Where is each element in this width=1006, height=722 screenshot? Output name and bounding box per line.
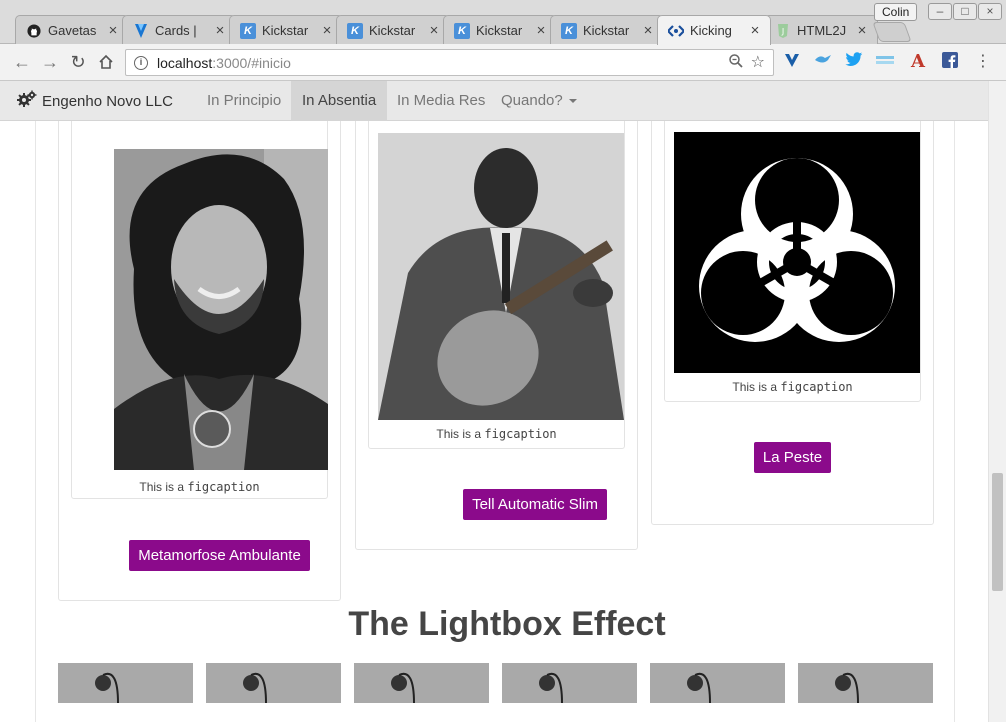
back-arrow-icon[interactable]: ← [11, 51, 33, 73]
info-icon[interactable]: i [134, 55, 148, 70]
browser-tab-7[interactable]: J HTML2J × [764, 15, 878, 45]
close-tab-icon[interactable]: × [641, 23, 655, 38]
kickstart-icon: K [240, 22, 256, 39]
twitter-icon[interactable] [843, 52, 865, 72]
browser-tab-5[interactable]: K Kickstar × [550, 15, 664, 45]
metamorfose-ambulante-button[interactable]: Metamorfose Ambulante [129, 540, 310, 571]
portrait-photo [114, 149, 328, 470]
bookmark-star-icon[interactable]: ☆ [751, 52, 765, 72]
nav-dropdown-label: Quando? [501, 92, 563, 109]
close-window-button[interactable]: × [978, 3, 1002, 20]
gears-icon [17, 90, 37, 113]
scrollbar-thumb[interactable] [992, 473, 1003, 591]
brand[interactable]: Engenho Novo LLC [17, 81, 173, 121]
figure: This is a figcaption [664, 121, 921, 402]
tab-title: Kickstar [583, 23, 630, 38]
figure: This is a figcaption [368, 121, 625, 449]
section-title: The Lightbox Effect [348, 605, 666, 643]
menu-kebab-icon[interactable]: ⋮ [972, 52, 994, 72]
address-bar[interactable]: i localhost:3000/#inicio ☆ [125, 49, 774, 76]
browser-tab-0[interactable]: Gavetas × [15, 15, 129, 45]
card: This is a figcaption La Peste [651, 121, 934, 525]
figcaption: This is a figcaption [139, 480, 260, 494]
tab-title: Kicking [690, 23, 732, 38]
url-path: :3000/#inicio [212, 54, 291, 71]
tell-automatic-slim-button[interactable]: Tell Automatic Slim [463, 489, 607, 520]
caret-down-icon [568, 99, 577, 104]
site-navbar: Engenho Novo LLC In Principio In Absenti… [0, 81, 988, 121]
bird-extension-icon[interactable] [812, 52, 834, 72]
nav-link-in-principio[interactable]: In Principio [196, 81, 292, 121]
nav-link-in-absentia[interactable]: In Absentia [291, 81, 388, 121]
tab-strip: Gavetas × Cards | × K Kickstar × K Kicks… [0, 0, 1006, 45]
browser-tab-3[interactable]: K Kickstar × [336, 15, 450, 45]
close-tab-icon[interactable]: × [855, 23, 869, 38]
lightbox-thumbnail[interactable] [798, 663, 933, 703]
browser-tab-6[interactable]: Kicking × [657, 15, 771, 45]
biohazard-icon [674, 132, 920, 373]
forward-arrow-icon[interactable]: → [39, 51, 61, 73]
figcaption: This is a figcaption [436, 427, 557, 441]
close-tab-icon[interactable]: × [748, 23, 762, 38]
guitarist-photo [378, 133, 624, 420]
svg-text:J: J [781, 27, 784, 36]
close-tab-icon[interactable]: × [106, 23, 120, 38]
lightbox-thumbnail[interactable] [502, 663, 637, 703]
home-icon[interactable] [95, 51, 117, 73]
acrobat-extension-icon[interactable]: A [907, 52, 929, 72]
brand-name: Engenho Novo LLC [42, 92, 173, 110]
code-icon [668, 23, 684, 39]
url-host: localhost [157, 54, 213, 71]
tab-title: Kickstar [369, 23, 416, 38]
kickstart-icon: K [454, 22, 470, 39]
tab-title: HTML2J [797, 23, 847, 38]
close-tab-icon[interactable]: × [213, 23, 227, 38]
lightbox-thumbnail[interactable] [206, 663, 341, 703]
browser-tab-4[interactable]: K Kickstar × [443, 15, 557, 45]
vimium-extension-icon[interactable] [781, 52, 803, 72]
html2j-icon: J [775, 23, 791, 39]
card: This is a figcaption Tell Automatic Slim [355, 121, 638, 550]
tab-title: Cards | [155, 23, 197, 38]
close-tab-icon[interactable]: × [320, 23, 334, 38]
profile-button[interactable]: Colin [874, 3, 918, 21]
browser-tab-1[interactable]: Cards | × [122, 15, 236, 45]
vuetify-icon [133, 23, 149, 39]
tab-title: Kickstar [262, 23, 309, 38]
browser-tab-2[interactable]: K Kickstar × [229, 15, 343, 45]
nav-link-in-media-res[interactable]: In Media Res [386, 81, 496, 121]
facebook-icon[interactable] [939, 52, 961, 72]
reload-icon[interactable]: ↻ [67, 51, 89, 73]
zoom-icon[interactable] [729, 54, 743, 71]
close-tab-icon[interactable]: × [427, 23, 441, 38]
lightbox-thumbnail[interactable] [58, 663, 193, 703]
minimize-button[interactable]: – [928, 3, 952, 20]
nav-dropdown-quando[interactable]: Quando? [490, 81, 588, 121]
content-container: This is a figcaption Metamorfose Ambulan… [35, 121, 955, 722]
tab-title: Gavetas [48, 23, 97, 38]
github-icon [26, 23, 42, 39]
lightbox-thumbnail[interactable] [650, 663, 785, 703]
tab-title: Kickstar [476, 23, 523, 38]
figure: This is a figcaption [71, 121, 328, 499]
stack-extension-icon[interactable] [874, 52, 896, 72]
lightbox-thumbnail[interactable] [354, 663, 489, 703]
page-scrollbar[interactable] [988, 81, 1006, 722]
figcaption: This is a figcaption [732, 380, 853, 394]
la-peste-button[interactable]: La Peste [754, 442, 831, 473]
close-tab-icon[interactable]: × [534, 23, 548, 38]
card: This is a figcaption Metamorfose Ambulan… [58, 121, 341, 601]
maximize-button[interactable]: □ [953, 3, 977, 20]
kickstart-icon: K [561, 22, 577, 39]
kickstart-icon: K [347, 22, 363, 39]
page-content: This is a figcaption Metamorfose Ambulan… [0, 121, 988, 722]
new-tab-button[interactable] [872, 22, 912, 42]
